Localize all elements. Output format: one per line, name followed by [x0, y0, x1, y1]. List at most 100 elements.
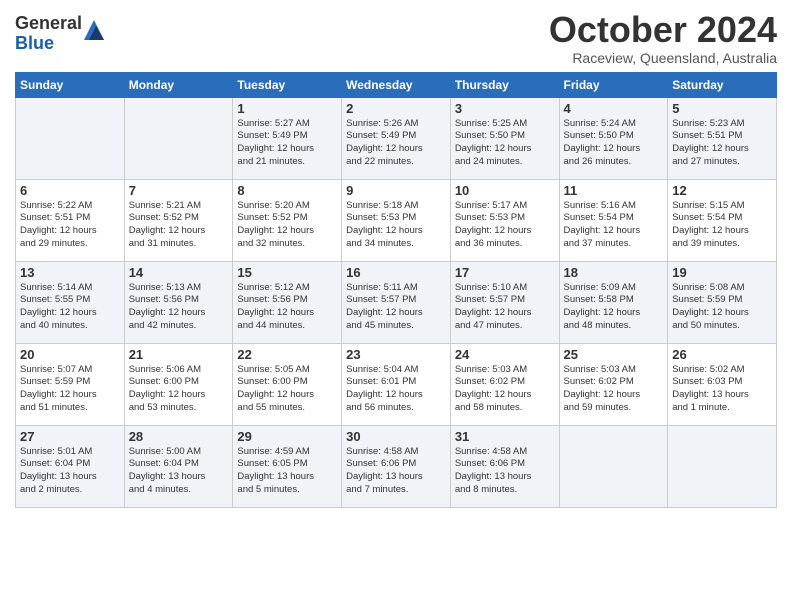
day-info: Sunrise: 5:07 AM Sunset: 5:59 PM Dayligh… — [20, 364, 120, 415]
day-number: 25 — [564, 347, 664, 362]
calendar-cell: 17 Sunrise: 5:10 AM Sunset: 5:57 PM Dayli… — [450, 261, 559, 343]
calendar-cell: 1 Sunrise: 5:27 AM Sunset: 5:49 PM Daylig… — [233, 97, 342, 179]
calendar-cell: 23 Sunrise: 5:04 AM Sunset: 6:01 PM Dayli… — [342, 343, 451, 425]
calendar-cell: 28 Sunrise: 5:00 AM Sunset: 6:04 PM Dayli… — [124, 425, 233, 507]
day-info: Sunrise: 5:06 AM Sunset: 6:00 PM Dayligh… — [129, 364, 229, 415]
day-info: Sunrise: 5:00 AM Sunset: 6:04 PM Dayligh… — [129, 446, 229, 497]
logo: General Blue — [15, 14, 104, 54]
logo-blue: Blue — [15, 34, 82, 54]
day-number: 22 — [237, 347, 337, 362]
calendar-cell: 12Sunrise: 5:15 AM Sunset: 5:54 PM Dayli… — [668, 179, 777, 261]
day-info: Sunrise: 5:13 AM Sunset: 5:56 PM Dayligh… — [129, 282, 229, 333]
day-info: Sunrise: 5:01 AM Sunset: 6:04 PM Dayligh… — [20, 446, 120, 497]
day-number: 14 — [129, 265, 229, 280]
calendar-cell: 9Sunrise: 5:18 AM Sunset: 5:53 PM Daylig… — [342, 179, 451, 261]
day-info: Sunrise: 5:25 AM Sunset: 5:50 PM Dayligh… — [455, 118, 555, 169]
day-info: Sunrise: 5:26 AM Sunset: 5:49 PM Dayligh… — [346, 118, 446, 169]
calendar-cell: 27 Sunrise: 5:01 AM Sunset: 6:04 PM Dayli… — [16, 425, 125, 507]
day-info: Sunrise: 5:12 AM Sunset: 5:56 PM Dayligh… — [237, 282, 337, 333]
day-info: Sunrise: 5:04 AM Sunset: 6:01 PM Dayligh… — [346, 364, 446, 415]
calendar-cell: 18 Sunrise: 5:09 AM Sunset: 5:58 PM Dayli… — [559, 261, 668, 343]
calendar-week-row: 27 Sunrise: 5:01 AM Sunset: 6:04 PM Dayli… — [16, 425, 777, 507]
weekday-header-sunday: Sunday — [16, 72, 125, 97]
day-number: 20 — [20, 347, 120, 362]
calendar-cell: 2 Sunrise: 5:26 AM Sunset: 5:49 PM Daylig… — [342, 97, 451, 179]
day-info: Sunrise: 4:58 AM Sunset: 6:06 PM Dayligh… — [455, 446, 555, 497]
calendar-cell: 3 Sunrise: 5:25 AM Sunset: 5:50 PM Daylig… — [450, 97, 559, 179]
day-number: 1 — [237, 101, 337, 116]
calendar-week-row: 20 Sunrise: 5:07 AM Sunset: 5:59 PM Dayli… — [16, 343, 777, 425]
title-block: October 2024 Raceview, Queensland, Austr… — [549, 10, 777, 66]
calendar-week-row: 13Sunrise: 5:14 AM Sunset: 5:55 PM Dayli… — [16, 261, 777, 343]
calendar-cell: 22 Sunrise: 5:05 AM Sunset: 6:00 PM Dayli… — [233, 343, 342, 425]
day-info: Sunrise: 5:09 AM Sunset: 5:58 PM Dayligh… — [564, 282, 664, 333]
day-info: Sunrise: 5:02 AM Sunset: 6:03 PM Dayligh… — [672, 364, 772, 415]
day-number: 5 — [672, 101, 772, 116]
calendar-cell: 14 Sunrise: 5:13 AM Sunset: 5:56 PM Dayli… — [124, 261, 233, 343]
day-number: 16 — [346, 265, 446, 280]
day-info: Sunrise: 5:24 AM Sunset: 5:50 PM Dayligh… — [564, 118, 664, 169]
header: General Blue October 2024 Raceview, Quee… — [15, 10, 777, 66]
day-number: 6 — [20, 183, 120, 198]
month-title: October 2024 — [549, 10, 777, 50]
calendar-cell — [559, 425, 668, 507]
calendar-cell — [124, 97, 233, 179]
day-number: 8 — [237, 183, 337, 198]
weekday-header-thursday: Thursday — [450, 72, 559, 97]
calendar-cell: 13Sunrise: 5:14 AM Sunset: 5:55 PM Dayli… — [16, 261, 125, 343]
day-info: Sunrise: 5:05 AM Sunset: 6:00 PM Dayligh… — [237, 364, 337, 415]
calendar-cell: 4Sunrise: 5:24 AM Sunset: 5:50 PM Daylig… — [559, 97, 668, 179]
day-number: 18 — [564, 265, 664, 280]
day-info: Sunrise: 5:03 AM Sunset: 6:02 PM Dayligh… — [564, 364, 664, 415]
day-info: Sunrise: 5:10 AM Sunset: 5:57 PM Dayligh… — [455, 282, 555, 333]
day-info: Sunrise: 4:58 AM Sunset: 6:06 PM Dayligh… — [346, 446, 446, 497]
day-info: Sunrise: 5:17 AM Sunset: 5:53 PM Dayligh… — [455, 200, 555, 251]
calendar-table: SundayMondayTuesdayWednesdayThursdayFrid… — [15, 72, 777, 508]
day-info: Sunrise: 5:27 AM Sunset: 5:49 PM Dayligh… — [237, 118, 337, 169]
calendar-cell: 24 Sunrise: 5:03 AM Sunset: 6:02 PM Dayli… — [450, 343, 559, 425]
calendar-week-row: 6Sunrise: 5:22 AM Sunset: 5:51 PM Daylig… — [16, 179, 777, 261]
calendar-cell: 25 Sunrise: 5:03 AM Sunset: 6:02 PM Dayli… — [559, 343, 668, 425]
day-info: Sunrise: 5:14 AM Sunset: 5:55 PM Dayligh… — [20, 282, 120, 333]
day-number: 7 — [129, 183, 229, 198]
weekday-header-wednesday: Wednesday — [342, 72, 451, 97]
weekday-header-saturday: Saturday — [668, 72, 777, 97]
calendar-cell — [16, 97, 125, 179]
day-info: Sunrise: 5:20 AM Sunset: 5:52 PM Dayligh… — [237, 200, 337, 251]
day-info: Sunrise: 5:03 AM Sunset: 6:02 PM Dayligh… — [455, 364, 555, 415]
day-info: Sunrise: 5:11 AM Sunset: 5:57 PM Dayligh… — [346, 282, 446, 333]
day-number: 23 — [346, 347, 446, 362]
calendar-week-row: 1 Sunrise: 5:27 AM Sunset: 5:49 PM Daylig… — [16, 97, 777, 179]
weekday-header-row: SundayMondayTuesdayWednesdayThursdayFrid… — [16, 72, 777, 97]
page: General Blue October 2024 Raceview, Quee… — [0, 0, 792, 518]
calendar-cell: 6Sunrise: 5:22 AM Sunset: 5:51 PM Daylig… — [16, 179, 125, 261]
day-info: Sunrise: 5:08 AM Sunset: 5:59 PM Dayligh… — [672, 282, 772, 333]
calendar-cell: 30Sunrise: 4:58 AM Sunset: 6:06 PM Dayli… — [342, 425, 451, 507]
day-number: 3 — [455, 101, 555, 116]
day-number: 31 — [455, 429, 555, 444]
day-number: 15 — [237, 265, 337, 280]
day-number: 2 — [346, 101, 446, 116]
calendar-cell: 29 Sunrise: 4:59 AM Sunset: 6:05 PM Dayli… — [233, 425, 342, 507]
day-number: 27 — [20, 429, 120, 444]
day-number: 17 — [455, 265, 555, 280]
day-number: 26 — [672, 347, 772, 362]
day-info: Sunrise: 5:15 AM Sunset: 5:54 PM Dayligh… — [672, 200, 772, 251]
weekday-header-monday: Monday — [124, 72, 233, 97]
calendar-cell: 21Sunrise: 5:06 AM Sunset: 6:00 PM Dayli… — [124, 343, 233, 425]
day-number: 24 — [455, 347, 555, 362]
calendar-cell: 20 Sunrise: 5:07 AM Sunset: 5:59 PM Dayli… — [16, 343, 125, 425]
day-number: 11 — [564, 183, 664, 198]
day-number: 29 — [237, 429, 337, 444]
calendar-cell: 15 Sunrise: 5:12 AM Sunset: 5:56 PM Dayli… — [233, 261, 342, 343]
day-info: Sunrise: 5:18 AM Sunset: 5:53 PM Dayligh… — [346, 200, 446, 251]
calendar-cell: 7 Sunrise: 5:21 AM Sunset: 5:52 PM Daylig… — [124, 179, 233, 261]
day-info: Sunrise: 5:21 AM Sunset: 5:52 PM Dayligh… — [129, 200, 229, 251]
day-number: 28 — [129, 429, 229, 444]
calendar-cell: 5 Sunrise: 5:23 AM Sunset: 5:51 PM Daylig… — [668, 97, 777, 179]
calendar-cell: 16 Sunrise: 5:11 AM Sunset: 5:57 PM Dayli… — [342, 261, 451, 343]
location-subtitle: Raceview, Queensland, Australia — [549, 50, 777, 66]
day-info: Sunrise: 4:59 AM Sunset: 6:05 PM Dayligh… — [237, 446, 337, 497]
day-info: Sunrise: 5:23 AM Sunset: 5:51 PM Dayligh… — [672, 118, 772, 169]
calendar-cell: 10Sunrise: 5:17 AM Sunset: 5:53 PM Dayli… — [450, 179, 559, 261]
